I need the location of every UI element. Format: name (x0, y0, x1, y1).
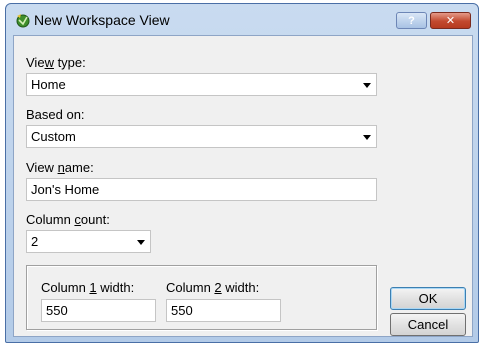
ok-button[interactable]: OK (390, 287, 466, 310)
based-on-dropdown[interactable]: Custom (26, 125, 377, 148)
chevron-down-icon (363, 135, 371, 140)
column-1-width-input[interactable]: 550 (41, 299, 156, 322)
column-2-width-label: Column 2 width: (166, 280, 260, 295)
column-1-width-label: Column 1 width: (41, 280, 135, 295)
help-button[interactable]: ? (396, 12, 427, 29)
close-button[interactable]: ✕ (430, 12, 471, 29)
app-icon (16, 14, 30, 28)
close-icon: ✕ (445, 15, 456, 27)
chevron-down-icon (137, 240, 145, 245)
view-type-dropdown[interactable]: Home (26, 73, 377, 96)
view-name-input[interactable]: Jon's Home (26, 178, 377, 201)
column-1-width-value: 550 (46, 303, 68, 318)
column-2-width-input[interactable]: 550 (166, 299, 281, 322)
dialog-client-area: View type: Home Based on: Custom View na… (13, 35, 473, 337)
view-type-value: Home (31, 77, 66, 92)
column-widths-group: Column 1 width: 550 Column 2 width: 550 (26, 265, 377, 330)
view-name-value: Jon's Home (31, 182, 100, 197)
chevron-down-icon (363, 83, 371, 88)
column-count-value: 2 (31, 234, 39, 249)
view-type-label: View type: (26, 55, 86, 70)
column-count-dropdown[interactable]: 2 (26, 230, 151, 253)
title-bar[interactable]: New Workspace View ? ✕ (6, 4, 478, 35)
column-2-width-value: 550 (171, 303, 193, 318)
window-title: New Workspace View (34, 12, 170, 28)
column-count-label: Column count: (26, 212, 110, 227)
dialog-window: New Workspace View ? ✕ View type: Home B… (5, 3, 479, 343)
cancel-button[interactable]: Cancel (390, 313, 466, 336)
based-on-value: Custom (31, 129, 76, 144)
view-name-label: View name: (26, 160, 94, 175)
based-on-label: Based on: (26, 107, 85, 122)
help-icon: ? (408, 14, 415, 27)
